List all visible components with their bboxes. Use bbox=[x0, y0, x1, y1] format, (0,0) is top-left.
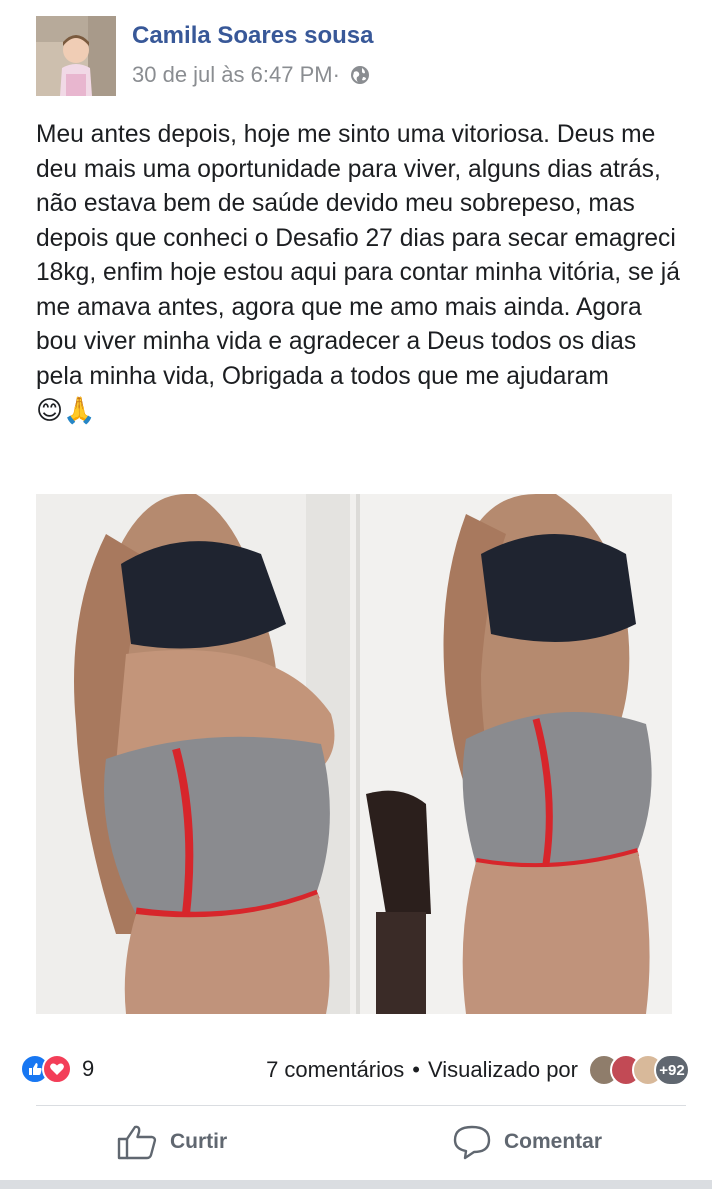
thumbs-up-icon bbox=[117, 1125, 157, 1160]
post-photo[interactable] bbox=[36, 494, 672, 1014]
like-button[interactable]: Curtir bbox=[116, 1124, 227, 1160]
comment-bubble-icon bbox=[453, 1125, 491, 1160]
stats-separator: • bbox=[412, 1057, 420, 1082]
post-text: Meu antes depois, hoje me sinto uma vito… bbox=[36, 118, 686, 426]
stats-right: 7 comentários • Visualizado por +92 bbox=[266, 1054, 690, 1086]
reactions-summary[interactable]: 9 bbox=[20, 1054, 94, 1084]
facebook-post: Camila Soares sousa 30 de jul às 6:47 PM… bbox=[0, 0, 712, 1189]
globe-icon bbox=[350, 65, 370, 85]
reaction-count: 9 bbox=[82, 1056, 95, 1081]
post-timestamp[interactable]: 30 de jul às 6:47 PM· bbox=[132, 62, 340, 88]
viewed-by-label[interactable]: Visualizado por bbox=[428, 1057, 578, 1083]
comment-button[interactable]: Comentar bbox=[452, 1124, 602, 1160]
avatar[interactable] bbox=[36, 16, 116, 96]
comment-label: Comentar bbox=[504, 1130, 603, 1153]
viewers-more-badge: +92 bbox=[654, 1054, 690, 1086]
like-label: Curtir bbox=[170, 1130, 228, 1153]
divider bbox=[36, 1105, 686, 1106]
post-emoji: 😊🙏 bbox=[36, 396, 96, 426]
post-body: Meu antes depois, hoje me sinto uma vito… bbox=[36, 121, 680, 390]
post-meta: 30 de jul às 6:47 PM· bbox=[132, 62, 370, 88]
feed-separator bbox=[0, 1180, 712, 1189]
love-reaction-icon bbox=[42, 1054, 72, 1084]
author-name[interactable]: Camila Soares sousa bbox=[132, 22, 373, 50]
comments-count[interactable]: 7 comentários bbox=[266, 1057, 404, 1083]
viewer-avatars[interactable]: +92 bbox=[588, 1054, 690, 1086]
